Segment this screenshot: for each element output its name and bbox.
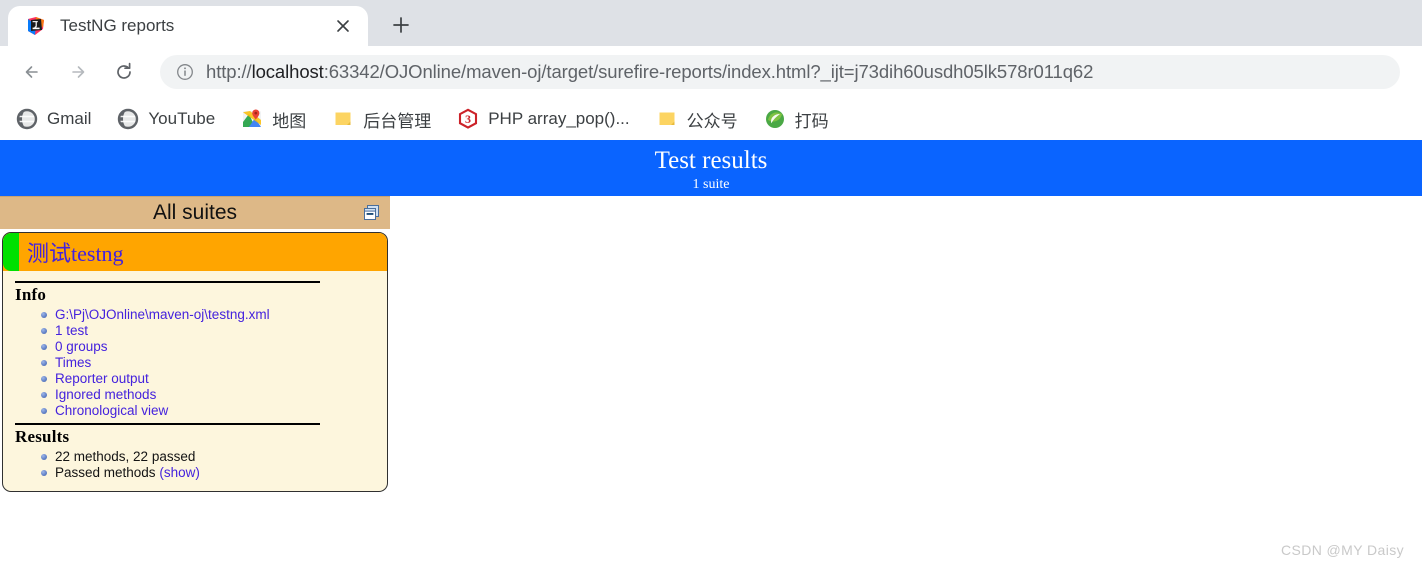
intellij-idea-icon	[26, 16, 46, 36]
w3schools-icon: 3	[457, 108, 479, 130]
tab-strip: TestNG reports	[0, 0, 1422, 46]
list-item[interactable]: 0 groups	[41, 339, 377, 355]
suite-header[interactable]: 测试testng	[3, 233, 387, 271]
bookmark-label: 公众号	[686, 111, 738, 131]
list-item: 22 methods, 22 passed	[41, 449, 377, 465]
list-item[interactable]: Times	[41, 355, 377, 371]
bookmark-gmail[interactable]: Gmail	[16, 105, 91, 133]
bookmark-folder-wechat[interactable]: 公众号	[656, 105, 738, 133]
info-title: Info	[15, 285, 47, 304]
suite-body: Info G:\Pj\OJOnline\maven-oj\testng.xml …	[3, 271, 387, 491]
info-group-count: 0 groups	[55, 339, 108, 354]
bookmark-label: 后台管理	[363, 111, 432, 131]
bookmarks-bar: Gmail YouTube 地图 后台管理 3 PHP array_pop().…	[0, 98, 1422, 140]
info-test-count: 1 test	[55, 323, 89, 338]
bookmark-youtube[interactable]: YouTube	[117, 105, 215, 133]
browser-chrome: TestNG reports http://localhost:63342/OJ…	[0, 0, 1422, 140]
bookmark-dama[interactable]: 打码	[764, 105, 829, 133]
bookmark-label: PHP array_pop()...	[488, 109, 630, 128]
leaf-icon	[764, 108, 786, 130]
list-item[interactable]: Ignored methods	[41, 387, 377, 403]
section-divider	[15, 423, 320, 425]
collapse-panel-icon[interactable]	[362, 203, 382, 223]
google-maps-icon	[241, 108, 263, 130]
suite-status-indicator	[3, 233, 19, 271]
bookmark-maps[interactable]: 地图	[241, 105, 306, 133]
results-section: Results 22 methods, 22 passed Passed met…	[13, 423, 377, 481]
bookmark-folder-backend[interactable]: 后台管理	[332, 105, 431, 133]
results-list: 22 methods, 22 passed Passed methods (sh…	[13, 449, 377, 481]
all-suites-panel: All suites 测试testng Info G:\Pj\OJOnline\…	[0, 196, 390, 492]
list-item[interactable]: G:\Pj\OJOnline\maven-oj\testng.xml	[41, 307, 377, 323]
all-suites-header[interactable]: All suites	[0, 196, 390, 229]
list-item[interactable]: Reporter output	[41, 371, 377, 387]
testng-report-page: Test results 1 suite All suites 测试testng	[0, 140, 1422, 568]
bookmark-label: YouTube	[148, 109, 216, 128]
results-show-link[interactable]: (show)	[159, 465, 200, 480]
forward-arrow-icon[interactable]	[60, 54, 96, 90]
info-times-link: Times	[55, 355, 92, 370]
report-banner: Test results 1 suite	[0, 140, 1422, 196]
folder-icon	[332, 108, 354, 130]
info-ignored-methods-link: Ignored methods	[55, 387, 157, 402]
list-item: Passed methods (show)	[41, 465, 377, 481]
results-title: Results	[15, 427, 70, 446]
watermark: CSDN @MY Daisy	[1280, 542, 1404, 558]
reload-icon[interactable]	[106, 54, 142, 90]
section-divider	[15, 281, 320, 283]
list-item[interactable]: Chronological view	[41, 403, 377, 419]
url-scheme: http://	[206, 61, 252, 82]
tab-title: TestNG reports	[60, 16, 175, 35]
browser-toolbar: http://localhost:63342/OJOnline/maven-oj…	[0, 46, 1422, 98]
results-passed-methods-label: Passed methods	[55, 465, 156, 480]
info-reporter-output-link: Reporter output	[55, 371, 149, 386]
close-icon[interactable]	[330, 13, 356, 39]
suite-name[interactable]: 测试testng	[27, 236, 124, 268]
browser-tab[interactable]: TestNG reports	[8, 6, 368, 46]
list-item[interactable]: 1 test	[41, 323, 377, 339]
bookmark-php-array-pop[interactable]: 3 PHP array_pop()...	[457, 105, 630, 133]
info-circle-icon[interactable]	[176, 63, 194, 81]
bookmark-label: Gmail	[47, 109, 92, 128]
info-xml-path: G:\Pj\OJOnline\maven-oj\testng.xml	[55, 307, 270, 322]
address-bar-url: http://localhost:63342/OJOnline/maven-oj…	[206, 61, 1093, 83]
svg-text:3: 3	[465, 112, 471, 126]
suite-card: 测试testng Info G:\Pj\OJOnline\maven-oj\te…	[2, 232, 388, 492]
address-bar[interactable]: http://localhost:63342/OJOnline/maven-oj…	[160, 55, 1400, 89]
all-suites-title: All suites	[152, 201, 238, 224]
globe-icon	[117, 108, 139, 130]
new-tab-button[interactable]	[384, 8, 418, 42]
url-rest: :63342/OJOnline/maven-oj/target/surefire…	[323, 61, 1094, 82]
bookmark-label: 打码	[794, 111, 829, 131]
suite-count: 1 suite	[692, 177, 730, 192]
globe-icon	[16, 108, 38, 130]
page-title: Test results	[654, 147, 768, 174]
info-list: G:\Pj\OJOnline\maven-oj\testng.xml 1 tes…	[13, 307, 377, 419]
url-host: localhost	[251, 61, 324, 82]
folder-icon	[656, 108, 678, 130]
info-section: Info G:\Pj\OJOnline\maven-oj\testng.xml …	[13, 281, 377, 419]
info-chronological-view-link: Chronological view	[55, 403, 169, 418]
results-methods-summary: 22 methods, 22 passed	[55, 449, 196, 464]
back-arrow-icon[interactable]	[14, 54, 50, 90]
bookmark-label: 地图	[272, 111, 307, 131]
